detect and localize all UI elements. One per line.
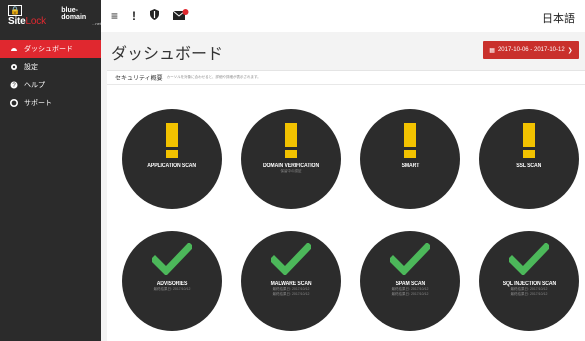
sidebar-item-label: 設定: [24, 64, 38, 71]
sitelock-logo: 🔒SiteLock: [8, 5, 46, 27]
alert-icon[interactable]: !: [132, 9, 136, 23]
date-range-button[interactable]: ▦ 2017-10-06 - 2017-10-12 ❯: [483, 41, 579, 59]
calendar-icon: ▦: [489, 47, 495, 54]
shield-icon[interactable]: [150, 9, 160, 23]
dashboard-icon: [10, 45, 18, 53]
sidebar-item-support[interactable]: サポート: [0, 94, 101, 112]
checkmark-icon: [152, 243, 192, 275]
sidebar-item-settings[interactable]: 設定: [0, 58, 101, 76]
scan-subtitle: 最終結果日: 2017/10/12: [153, 287, 191, 291]
sidebar-item-label: ダッシュボード: [24, 46, 73, 53]
sidebar-item-dashboard[interactable]: ダッシュボード: [0, 40, 101, 58]
malware-scan-tile[interactable]: MALWARE SCAN 最終結果日: 2017/10/12 最終結果日: 20…: [241, 231, 341, 331]
scan-subtitle-2: 最終結果日: 2017/10/12: [510, 292, 548, 296]
ssl-scan-tile[interactable]: SSL SCAN: [479, 109, 579, 209]
sidebar-item-help[interactable]: ? ヘルプ: [0, 76, 101, 94]
chevron-down-icon: ❯: [567, 47, 573, 54]
spam-scan-tile[interactable]: SPAM SCAN 最終結果日: 2017/10/12 最終結果日: 2017/…: [360, 231, 460, 331]
scan-subtitle-2: 最終結果日: 2017/10/12: [272, 292, 310, 296]
scan-title: MALWARE SCAN: [270, 281, 312, 287]
warning-icon: [404, 123, 416, 158]
scan-title: APPLICATION SCAN: [147, 163, 197, 169]
sql-injection-scan-tile[interactable]: SQL INJECTION SCAN 最終結果日: 2017/10/12 最終結…: [479, 231, 579, 331]
menu-icon[interactable]: ≡: [111, 9, 118, 23]
warning-icon: [523, 123, 535, 158]
logo[interactable]: 🔒SiteLock blue-domain ...net: [0, 0, 101, 32]
support-icon: [10, 99, 18, 107]
scan-title: ADVISORIES: [156, 281, 188, 287]
warning-icon: [285, 123, 297, 158]
scan-subtitle: 保留中の認証: [280, 169, 302, 173]
scan-subtitle-2: 最終結果日: 2017/10/12: [391, 292, 429, 296]
security-overview-panel: セキュリティ概要 カーソルを対象に合わせると、詳細や詳細が表示されます。 APP…: [107, 70, 585, 341]
mail-icon[interactable]: [172, 8, 189, 24]
warning-icon: [166, 123, 178, 158]
language-selector[interactable]: 日本語: [542, 10, 575, 26]
panel-title: セキュリティ概要: [115, 76, 163, 82]
checkmark-icon: [271, 243, 311, 275]
panel-note: カーソルを対象に合わせると、詳細や詳細が表示されます。: [166, 75, 261, 79]
page-title: ダッシュボード: [111, 46, 224, 63]
advisories-tile[interactable]: ADVISORIES 最終結果日: 2017/10/12: [122, 231, 222, 331]
gear-icon: [10, 63, 18, 71]
application-scan-tile[interactable]: APPLICATION SCAN: [122, 109, 222, 209]
date-range-label: 2017-10-06 - 2017-10-12: [497, 47, 565, 53]
topbar: ≡ ! 日本語: [101, 0, 585, 32]
scan-title: SPAM SCAN: [395, 281, 425, 287]
scan-title: SSL SCAN: [516, 163, 542, 169]
sidebar-nav: ダッシュボード 設定 ? ヘルプ サポート: [0, 40, 101, 112]
domain-verification-tile[interactable]: DOMAIN VERIFICATION 保留中の認証: [241, 109, 341, 209]
checkmark-icon: [390, 243, 430, 275]
sidebar-item-label: サポート: [24, 100, 52, 107]
help-icon: ?: [10, 81, 18, 89]
main-content: ダッシュボード ▦ 2017-10-06 - 2017-10-12 ❯ セキュリ…: [101, 32, 585, 341]
sidebar-item-label: ヘルプ: [24, 82, 45, 89]
scan-title: DOMAIN VERIFICATION: [262, 163, 320, 169]
partner-logo: blue-domain ...net: [61, 6, 101, 26]
smart-tile[interactable]: SMART: [360, 109, 460, 209]
scan-title: SQL INJECTION SCAN: [502, 281, 556, 287]
checkmark-icon: [509, 243, 549, 275]
scan-title: SMART: [401, 163, 419, 169]
panel-heading: セキュリティ概要 カーソルを対象に合わせると、詳細や詳細が表示されます。: [107, 71, 585, 85]
sidebar: 🔒SiteLock blue-domain ...net ダッシュボード 設定 ?…: [0, 0, 101, 341]
